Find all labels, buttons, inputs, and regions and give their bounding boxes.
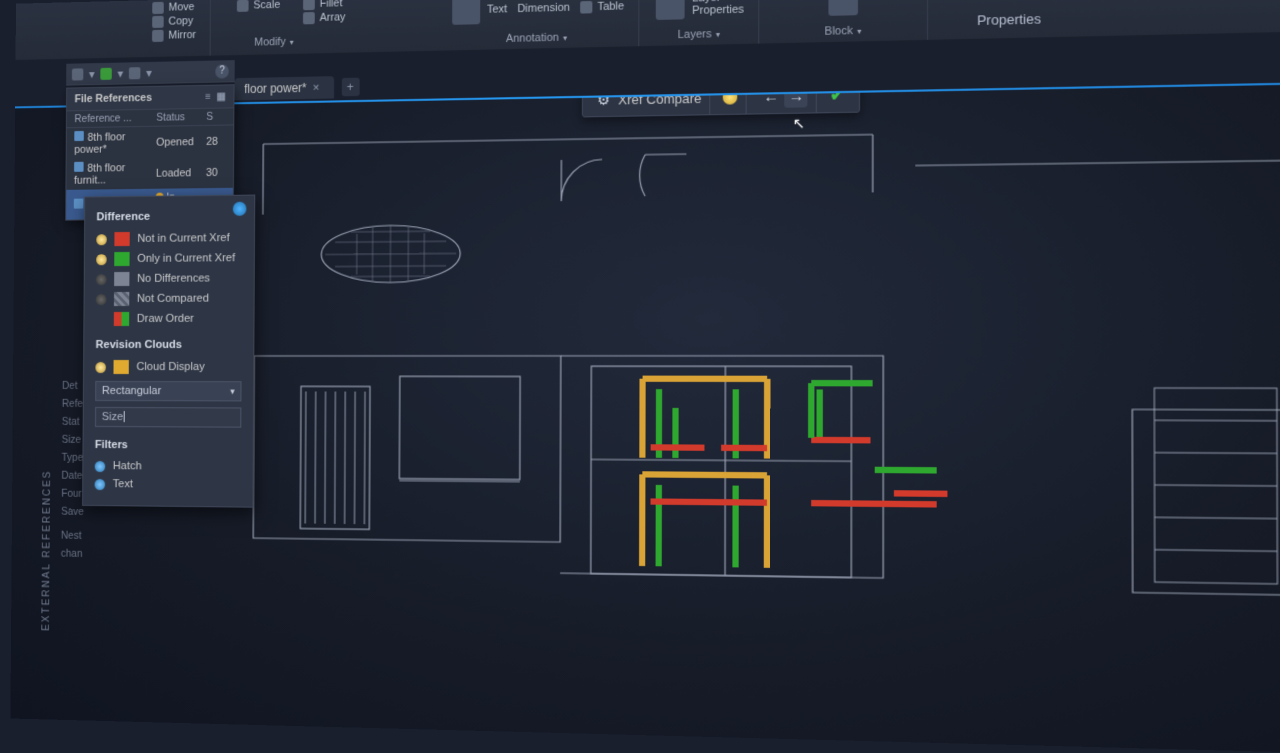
array-icon — [303, 12, 315, 24]
ribbon-group-annotation: Text Dimension Table Annotation▾ — [436, 0, 640, 51]
tab-add[interactable]: + — [341, 78, 359, 97]
ribbon-group-properties: Properties — [928, 0, 1090, 40]
table-icon — [580, 1, 592, 14]
legend-no-diff[interactable]: No Differences — [96, 268, 242, 289]
filter-hatch[interactable]: Hatch — [95, 457, 241, 476]
ribbon-label-modify[interactable]: Modify▾ — [254, 34, 293, 53]
ribbon-item-mirror[interactable]: Mirror — [152, 29, 196, 42]
xref-icon — [74, 162, 84, 172]
xref-compare-toolbar: ⚙ Xref Compare ← → ✔ — [582, 84, 860, 117]
accept-button[interactable]: ✔ — [830, 85, 844, 106]
compare-settings-popup: Difference Not in Current Xref Only in C… — [82, 195, 255, 508]
ribbon-label-block[interactable]: Block▾ — [825, 22, 862, 42]
legend-draw-order[interactable]: Draw Order — [96, 309, 242, 330]
help-icon[interactable]: ? — [215, 64, 229, 78]
cloud-size-input[interactable]: Size — [95, 407, 241, 428]
layer-properties-icon — [656, 0, 685, 20]
ribbon-label-annotation[interactable]: Annotation▾ — [506, 29, 567, 49]
text-icon — [452, 0, 480, 25]
tab-label: floor power* — [244, 81, 306, 96]
filter-text[interactable]: Text — [95, 475, 241, 494]
ribbon-label-layers[interactable]: Layers▾ — [678, 26, 720, 46]
ribbon-item-scale[interactable]: Scale — [237, 0, 280, 12]
mirror-icon — [152, 30, 164, 42]
ribbon-item-dimension[interactable]: Dimension — [517, 0, 570, 25]
ribbon-item-move[interactable]: Move — [152, 1, 196, 14]
cloud-display-toggle[interactable]: Cloud Display — [95, 357, 241, 377]
ribbon-item-array[interactable]: Array — [303, 11, 345, 24]
panel-vertical-title: EXTERNAL REFERENCES — [41, 470, 53, 631]
ribbon-group-layers: LayerProperties Layers▾ — [639, 0, 759, 46]
section-difference: Difference — [96, 210, 242, 224]
ribbon-item-fillet[interactable]: Fillet — [303, 0, 345, 10]
scale-icon — [237, 0, 249, 12]
move-icon — [152, 2, 164, 14]
prev-diff-button[interactable]: ← — [760, 85, 783, 108]
copy-icon — [152, 16, 164, 28]
refresh-icon[interactable] — [100, 67, 111, 79]
cloud-shape-select[interactable]: Rectangular▾ — [95, 381, 241, 401]
xref-icon — [74, 131, 84, 141]
ribbon: Move Copy Mirror Scale Fillet Array Modi… — [16, 0, 1280, 61]
ribbon-label-properties[interactable]: Properties — [977, 9, 1041, 33]
compare-title: Xref Compare — [618, 90, 701, 107]
attach-icon[interactable] — [72, 68, 83, 80]
doc-tabs: floor power* ✕ + — [234, 74, 359, 103]
panel-title: File References ≡▦ — [67, 85, 234, 111]
close-icon[interactable]: ✕ — [312, 82, 319, 93]
gear-icon[interactable]: ⚙ — [597, 91, 610, 109]
tools-icon[interactable] — [129, 67, 141, 79]
refs-toolbar[interactable]: ▾ ▾ ▾ ? — [66, 60, 234, 85]
ref-row[interactable]: 8th floor furnit... Loaded30 — [66, 157, 233, 190]
ribbon-item-layer-props[interactable]: LayerProperties — [654, 0, 744, 22]
list-view-icon[interactable]: ≡ — [205, 91, 211, 102]
section-filters: Filters — [95, 439, 241, 452]
ribbon-item-copy[interactable]: Copy — [152, 15, 196, 28]
info-icon[interactable] — [233, 202, 247, 216]
ref-row[interactable]: 8th floor power* Opened28 — [67, 125, 234, 159]
legend-only-in-current[interactable]: Only in Current Xref — [96, 248, 242, 269]
legend-not-in-current[interactable]: Not in Current Xref — [96, 228, 242, 249]
next-diff-button[interactable]: → — [785, 84, 808, 107]
block-icon[interactable] — [828, 0, 858, 16]
xref-icon — [74, 198, 84, 208]
fillet-icon — [303, 0, 315, 10]
ribbon-item-text[interactable]: Text — [450, 0, 507, 27]
ribbon-item-table[interactable]: Table — [580, 0, 624, 24]
ribbon-group-modify: Move Copy Mirror Scale Fillet Array Modi… — [139, 0, 211, 57]
tab-floor-power[interactable]: floor power* ✕ — [234, 76, 333, 100]
section-clouds: Revision Clouds — [96, 339, 242, 351]
legend-not-compared[interactable]: Not Compared — [96, 288, 242, 309]
ribbon-group-block: Block▾ — [760, 0, 929, 44]
grid-view-icon[interactable]: ▦ — [217, 91, 226, 102]
